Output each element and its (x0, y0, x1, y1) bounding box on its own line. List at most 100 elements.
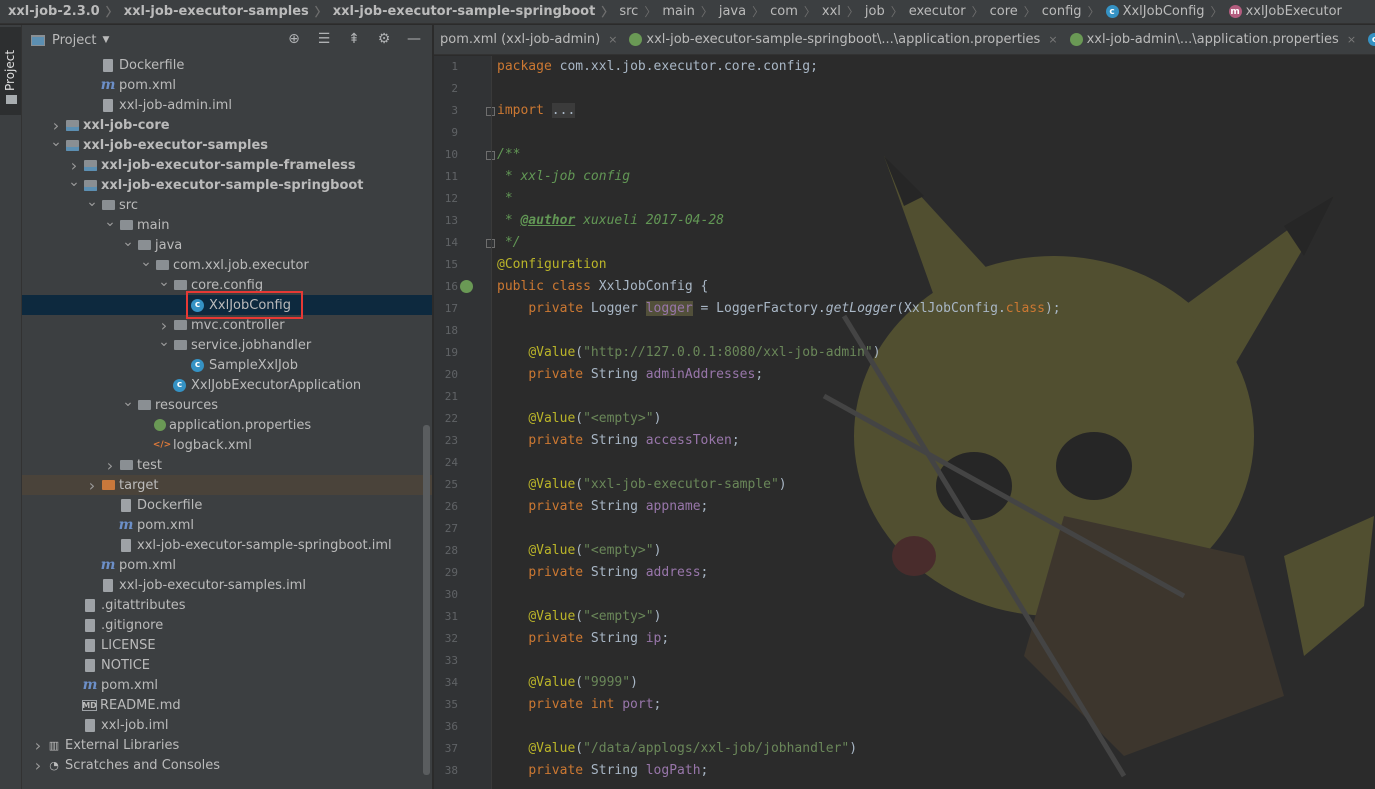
tree-item[interactable]: › xxl-job-executor-sample-frameless (22, 155, 432, 175)
code-line[interactable]: private int port; (497, 697, 661, 712)
close-icon[interactable]: × (1347, 33, 1356, 46)
breadcrumb-item[interactable]: main 〉 (662, 0, 719, 23)
breadcrumb-item[interactable]: src 〉 (619, 0, 662, 23)
breadcrumb-item[interactable]: executor 〉 (909, 0, 990, 23)
chevron-down-icon[interactable]: ⌄ (156, 334, 172, 350)
code-line[interactable]: * xxl-job config (497, 169, 630, 184)
code-line[interactable]: private Logger logger = LoggerFactory.ge… (497, 301, 1061, 316)
breadcrumb-item[interactable]: java 〉 (719, 0, 770, 23)
chevron-right-icon[interactable]: › (30, 756, 46, 775)
code-editor[interactable]: 1 2 3 9 10 11 12 13 14 15 16 17 18 19 20 21 22 23 24 25 26 27… (434, 56, 1375, 789)
tree-item[interactable]: ›mpom.xml (22, 515, 432, 535)
tree-item[interactable]: ›.gitattributes (22, 595, 432, 615)
breadcrumb-item[interactable]: com 〉 (770, 0, 822, 23)
editor-tab[interactable]: xxl-job-executor-sample-springboot\...\a… (623, 25, 1063, 54)
chevron-down-icon[interactable]: ⌄ (156, 274, 172, 290)
code-line[interactable]: @Value("<empty>") (497, 411, 661, 426)
tree-item[interactable]: ⌄ service.jobhandler (22, 334, 432, 355)
tree-item[interactable]: ›.gitignore (22, 615, 432, 635)
code-line[interactable]: /** (497, 147, 520, 162)
editor-tab[interactable]: pom.xml (xxl-job-admin) × (434, 25, 623, 54)
tree-item[interactable]: ›MDREADME.md (22, 695, 432, 715)
tree-item[interactable]: › mvc.controller (22, 315, 432, 335)
editor-gutter[interactable]: 1 2 3 9 10 11 12 13 14 15 16 17 18 19 20 21 22 23 24 25 26 27… (434, 56, 495, 789)
code-line[interactable]: private String ip; (497, 631, 669, 646)
code-line[interactable]: * (497, 191, 513, 206)
tree-item[interactable]: ⌄ xxl-job-executor-sample-springboot (22, 174, 432, 195)
tree-item[interactable]: ›xxl-job.iml (22, 715, 432, 735)
code-line[interactable]: @Value("xxl-job-executor-sample") (497, 477, 786, 492)
code-line[interactable]: package com.xxl.job.executor.core.config… (497, 59, 818, 74)
chevron-right-icon[interactable]: › (102, 456, 118, 475)
tree-item[interactable]: › xxl-job-core (22, 115, 432, 135)
breadcrumb-item[interactable]: xxl-job-executor-samples 〉 (124, 0, 333, 23)
chevron-right-icon[interactable]: › (156, 316, 172, 335)
chevron-right-icon[interactable]: › (84, 476, 100, 495)
chevron-down-icon[interactable]: ⌄ (138, 254, 154, 270)
code-line[interactable]: private String appname; (497, 499, 708, 514)
chevron-right-icon[interactable]: › (66, 156, 82, 175)
tree-item[interactable]: ⌄ resources (22, 394, 432, 415)
breadcrumb-item[interactable]: c XxlJobConfig 〉 (1105, 0, 1229, 23)
chevron-right-icon[interactable]: › (48, 116, 64, 135)
code-line[interactable]: */ (497, 235, 521, 250)
close-icon[interactable]: × (1048, 33, 1057, 46)
breadcrumb-item[interactable]: config 〉 (1042, 0, 1106, 23)
editor-tab[interactable]: cSampleXxl (1362, 25, 1375, 54)
breadcrumb-item[interactable]: core 〉 (990, 0, 1042, 23)
tree-item[interactable]: ⌄ java (22, 234, 432, 255)
breadcrumb-item[interactable]: m xxlJobExecutor (1228, 0, 1342, 23)
tree-item[interactable]: ›mpom.xml (22, 75, 432, 95)
tree-item[interactable]: ›application.properties (22, 415, 432, 435)
tree-item[interactable]: ⌄ src (22, 194, 432, 215)
code-line[interactable]: @Value("http://127.0.0.1:8080/xxl-job-ad… (497, 345, 880, 360)
chevron-down-icon[interactable]: ▼ (102, 35, 109, 45)
tree-item[interactable]: ›mpom.xml (22, 675, 432, 695)
expand-all-icon[interactable]: ☰ (316, 31, 332, 47)
close-icon[interactable]: × (608, 33, 617, 46)
tree-item[interactable]: ›Dockerfile (22, 55, 432, 75)
breadcrumb-item[interactable]: job 〉 (865, 0, 909, 23)
code-line[interactable]: private String address; (497, 565, 708, 580)
tree-item[interactable]: ›NOTICE (22, 655, 432, 675)
hide-panel-icon[interactable]: — (406, 31, 422, 47)
code-line[interactable]: @Value("<empty>") (497, 543, 661, 558)
project-panel-title[interactable]: Project (52, 33, 96, 48)
code-line[interactable]: @Configuration (497, 257, 607, 272)
tree-item[interactable]: › target (22, 475, 432, 495)
spring-bean-icon[interactable] (460, 280, 473, 293)
tree-item[interactable]: › ▥ External Libraries (22, 735, 432, 755)
tree-item[interactable]: ›xxl-job-admin.iml (22, 95, 432, 115)
tree-item[interactable]: ›</>logback.xml (22, 435, 432, 455)
breadcrumb-item[interactable]: xxl-job-executor-sample-springboot 〉 (333, 0, 620, 23)
gear-icon[interactable]: ⚙ (376, 31, 392, 47)
chevron-down-icon[interactable]: ⌄ (120, 234, 136, 250)
tree-item[interactable]: ⌄ xxl-job-executor-samples (22, 134, 432, 155)
tree-item[interactable]: ›xxl-job-executor-sample-springboot.iml (22, 535, 432, 555)
tree-item[interactable]: › test (22, 455, 432, 475)
tree-item[interactable]: ›cXxlJobExecutorApplication (22, 375, 432, 395)
code-line[interactable]: @Value("/data/applogs/xxl-job/jobhandler… (497, 741, 857, 756)
code-line[interactable]: private String logPath; (497, 763, 708, 778)
code-line[interactable]: private String adminAddresses; (497, 367, 763, 382)
code-line[interactable]: import ... (497, 103, 576, 118)
code-line[interactable]: * @author xuxueli 2017-04-28 (497, 213, 724, 228)
locate-file-icon[interactable]: ⊕ (286, 31, 302, 47)
tree-item[interactable]: ⌄ com.xxl.job.executor (22, 254, 432, 275)
tree-item[interactable]: › ◔ Scratches and Consoles (22, 755, 432, 775)
tree-item[interactable]: ›LICENSE (22, 635, 432, 655)
chevron-right-icon[interactable]: › (30, 736, 46, 755)
breadcrumb-item[interactable]: xxl-job-2.3.0 〉 (8, 0, 124, 23)
editor-tab[interactable]: xxl-job-admin\...\application.properties… (1064, 25, 1363, 54)
chevron-down-icon[interactable]: ⌄ (66, 174, 82, 190)
chevron-down-icon[interactable]: ⌄ (48, 134, 64, 150)
code-line[interactable]: @Value("9999") (497, 675, 638, 690)
chevron-down-icon[interactable]: ⌄ (84, 194, 100, 210)
code-line[interactable]: public class XxlJobConfig { (497, 279, 708, 294)
code-line[interactable]: @Value("<empty>") (497, 609, 661, 624)
tree-item[interactable]: ›mpom.xml (22, 555, 432, 575)
chevron-down-icon[interactable]: ⌄ (102, 214, 118, 230)
project-tree-scrollbar[interactable] (423, 425, 430, 775)
code-line[interactable]: private String accessToken; (497, 433, 739, 448)
tree-item[interactable]: ›Dockerfile (22, 495, 432, 515)
